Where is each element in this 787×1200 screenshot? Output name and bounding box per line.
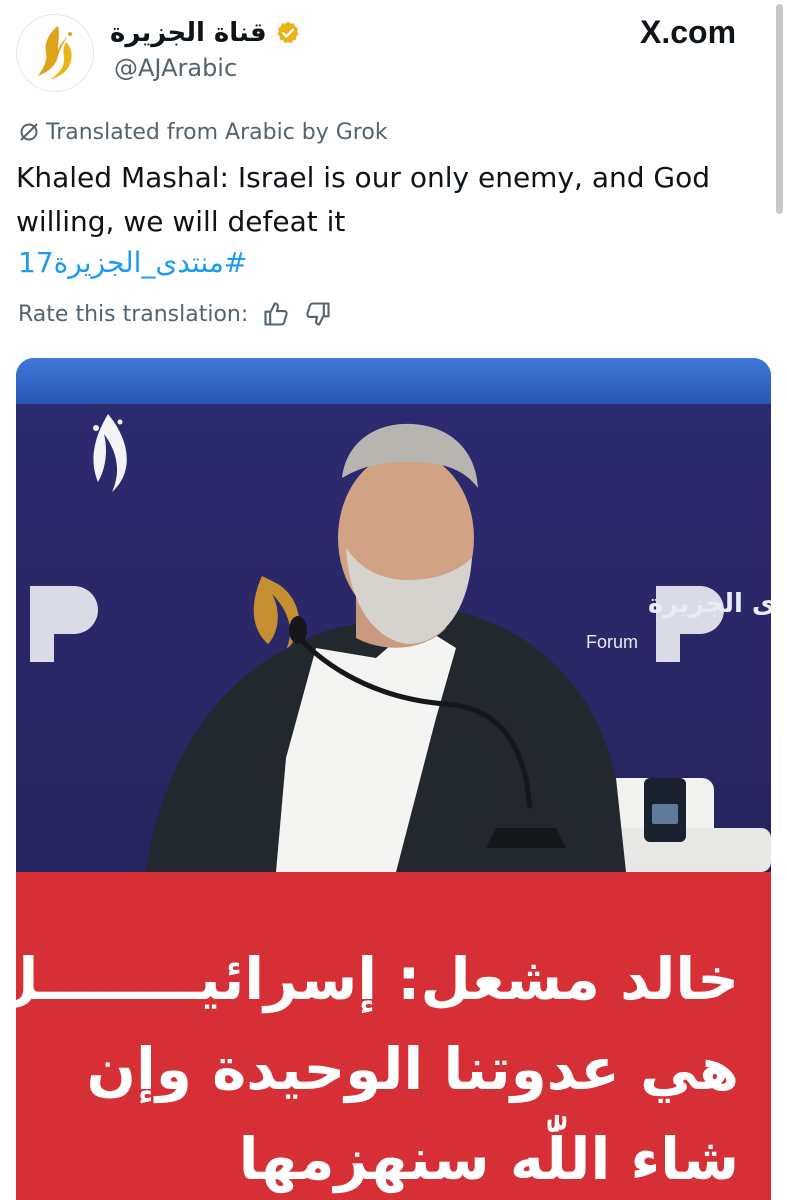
verified-badge-icon xyxy=(277,21,299,44)
rate-label: Rate this translation: xyxy=(18,301,249,327)
thumbs-up-icon[interactable] xyxy=(262,300,290,328)
thumbs-down-icon[interactable] xyxy=(304,300,332,328)
grok-icon xyxy=(20,123,38,141)
backdrop-subtitle: Forum xyxy=(586,632,638,652)
display-name-row[interactable]: قناة الجزيرة xyxy=(110,14,330,52)
rate-translation: Rate this translation: xyxy=(18,298,332,330)
headline-line-1: خالد مشعل: إسرائيــــــــل xyxy=(16,945,739,1013)
site-label: X.com xyxy=(640,14,737,50)
hashtag-link[interactable]: #منتدى_الجزيرة17 xyxy=(18,246,247,279)
backdrop-title: منتدى الجزيرة xyxy=(648,589,771,619)
tweet-media-image[interactable]: منتدى الجزيرة Forum خالد مشعل: إسرائيـــ… xyxy=(16,358,771,1200)
speaker-photo: منتدى الجزيرة Forum xyxy=(16,358,771,872)
profile-avatar[interactable] xyxy=(16,14,94,92)
al-jazeera-logo-icon xyxy=(38,26,72,80)
tweet-text: Khaled Mashal: Israel is our only enemy,… xyxy=(16,161,710,238)
display-name[interactable]: قناة الجزيرة xyxy=(110,18,267,48)
user-handle[interactable]: @AJArabic xyxy=(114,54,237,82)
headline-line-3: شاء اللّٰه سنهزمها xyxy=(238,1125,739,1193)
translation-note-text: Translated from Arabic by Grok xyxy=(46,119,388,145)
scrollbar[interactable] xyxy=(776,4,783,214)
headline-panel: خالد مشعل: إسرائيــــــــل هي عدوتنا الو… xyxy=(16,872,771,1200)
headline: خالد مشعل: إسرائيــــــــل هي عدوتنا الو… xyxy=(16,934,739,1200)
headline-line-2: هي عدوتنا الوحيدة وإن xyxy=(86,1035,739,1103)
translation-note: Translated from Arabic by Grok xyxy=(18,117,388,147)
